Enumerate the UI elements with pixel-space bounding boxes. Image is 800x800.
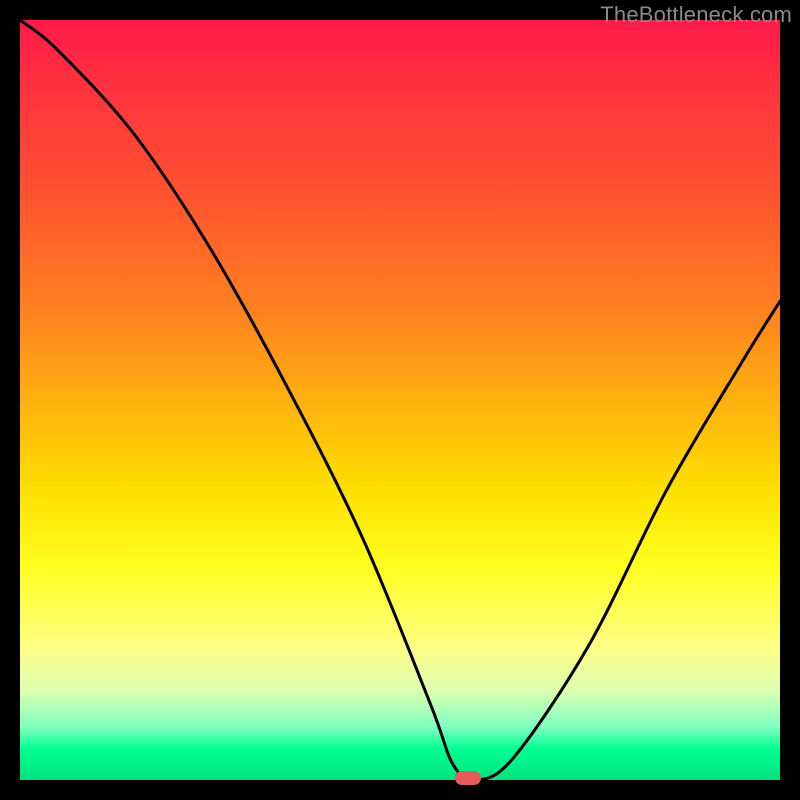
minimum-marker <box>455 771 481 785</box>
plot-area <box>20 20 780 780</box>
bottleneck-curve <box>20 20 780 780</box>
chart-frame: TheBottleneck.com <box>0 0 800 800</box>
watermark-text: TheBottleneck.com <box>600 2 792 28</box>
curve-path <box>20 20 780 780</box>
